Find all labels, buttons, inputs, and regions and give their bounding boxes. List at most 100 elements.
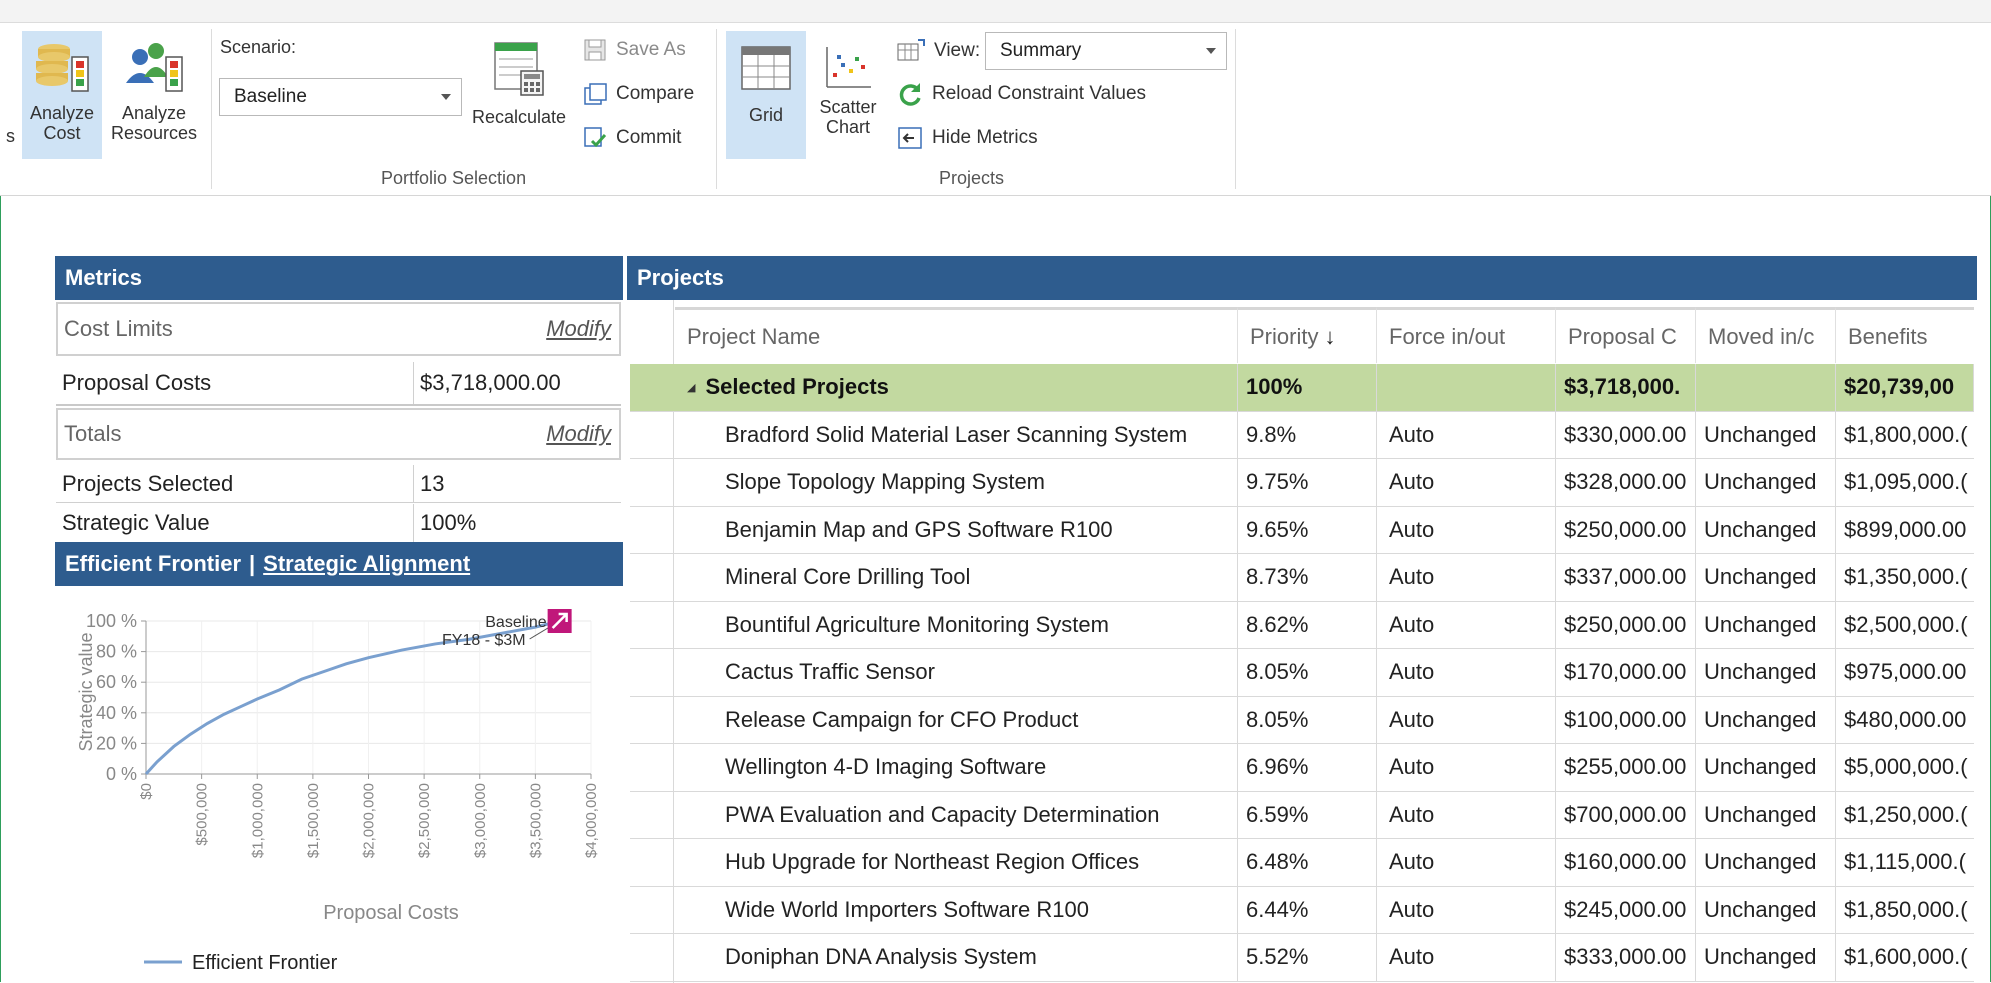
moved-cell: Unchanged <box>1696 411 1836 458</box>
project-name-cell[interactable]: Slope Topology Mapping System <box>675 459 1238 506</box>
compare-button[interactable]: Compare <box>582 81 694 107</box>
project-name-cell[interactable]: Doniphan DNA Analysis System <box>675 934 1238 981</box>
view-dropdown[interactable]: Summary <box>985 32 1227 70</box>
project-name-cell[interactable]: Wellington 4-D Imaging Software <box>675 744 1238 791</box>
table-row[interactable]: PWA Evaluation and Capacity Determinatio… <box>630 791 1974 839</box>
reload-constraint-values-button[interactable]: Reload Constraint Values <box>896 81 1146 107</box>
project-name-cell[interactable]: Wide World Importers Software R100 <box>675 886 1238 933</box>
hide-panel-icon <box>898 127 922 149</box>
analyze-cost-button[interactable]: Analyze Cost <box>22 31 102 159</box>
force-cell: Auto <box>1377 696 1556 743</box>
moved-cell: Unchanged <box>1696 791 1836 838</box>
benefits-cell: $1,350,000.( <box>1844 564 1968 590</box>
efficient-frontier-chart: Strategic value Proposal Costs 0 % 20 % 40… <box>76 609 600 974</box>
project-name-cell[interactable]: Bountiful Agriculture Monitoring System <box>675 601 1238 648</box>
scatter-chart-button[interactable]: Scatter Chart <box>812 31 884 159</box>
table-row[interactable]: Bradford Solid Material Laser Scanning S… <box>630 411 1974 459</box>
force-cell: Auto <box>1377 601 1556 648</box>
moved-cell: Unchanged <box>1696 839 1836 886</box>
project-name-cell[interactable]: Benjamin Map and GPS Software R100 <box>675 506 1238 553</box>
projects-header: Projects <box>627 256 1977 300</box>
x-tick-label: $2,500,000 <box>416 783 433 858</box>
proposal-cost-cell: $330,000.00 <box>1556 411 1696 458</box>
annotation-sublabel: FY18 - $3M <box>442 632 526 649</box>
strategic-value-row: Strategic Value 100% <box>56 504 621 542</box>
hide-metrics-button[interactable]: Hide Metrics <box>896 125 1038 151</box>
priority-cell: 6.96% <box>1238 744 1377 791</box>
project-name-cell[interactable]: Hub Upgrade for Northeast Region Offices <box>675 839 1238 886</box>
y-tick-label: 60 % <box>96 672 137 692</box>
analyze-resources-label-1: Analyze <box>121 103 187 123</box>
people-chart-icon <box>126 43 183 92</box>
y-tick-label: 100 % <box>86 611 137 631</box>
view-label: View: <box>896 38 980 64</box>
force-cell: Auto <box>1377 886 1556 933</box>
benefits-cell: $975,000.00 <box>1844 659 1967 685</box>
table-row[interactable]: Wide World Importers Software R100 6.44% A… <box>630 886 1974 934</box>
proposal-costs-value: $3,718,000.00 <box>413 362 561 404</box>
table-row[interactable]: Hub Upgrade for Northeast Region Offices… <box>630 839 1974 887</box>
commit-button[interactable]: Commit <box>582 125 681 151</box>
recalculate-button[interactable]: Recalculate <box>466 31 572 151</box>
proposal-cost-cell: $3,718,000. <box>1556 364 1696 411</box>
table-row[interactable]: Wellington 4-D Imaging Software 6.96% Auto… <box>630 744 1974 792</box>
grid-view-button[interactable]: Grid <box>726 31 806 159</box>
force-cell: Auto <box>1377 934 1556 981</box>
table-row[interactable]: Cactus Traffic Sensor 8.05% Auto $170,000.0… <box>630 649 1974 697</box>
moved-cell: Unchanged <box>1696 886 1836 933</box>
cost-limits-label: Cost Limits <box>64 316 173 341</box>
ribbon-separator <box>211 29 212 189</box>
analyze-resources-label-2: Resources <box>110 123 198 143</box>
strategic-value-value: 100% <box>413 504 476 542</box>
benefits-cell: $899,000.00 <box>1844 516 1967 542</box>
group-row-selected-projects[interactable]: ◢ Selected Projects 100% $3,718,000. $20,739… <box>630 364 1974 412</box>
column-header-project-name[interactable]: Project Name <box>675 307 1238 363</box>
scenario-dropdown[interactable]: Baseline <box>219 78 462 116</box>
title-strip <box>0 0 1991 23</box>
projects-selected-row: Projects Selected 13 <box>56 465 621 503</box>
project-name-cell[interactable]: Release Campaign for CFO Product <box>675 696 1238 743</box>
view-value: Summary <box>1000 40 1082 61</box>
analyze-resources-button[interactable]: Analyze Resources <box>106 31 202 159</box>
column-header-benefits[interactable]: Benefits <box>1836 307 1974 363</box>
cost-limits-modify-link[interactable]: Modify <box>546 316 611 342</box>
project-name-cell[interactable]: Mineral Core Drilling Tool <box>675 554 1238 601</box>
save-icon <box>584 39 606 61</box>
recalculate-label: Recalculate <box>471 107 567 127</box>
table-row[interactable]: Bountiful Agriculture Monitoring System 8… <box>630 601 1974 649</box>
save-as-label: Save As <box>616 39 686 60</box>
column-header-proposal-cost[interactable]: Proposal C <box>1556 307 1696 363</box>
coins-chart-icon <box>36 44 89 92</box>
x-tick-label: $3,000,000 <box>472 783 489 858</box>
table-row[interactable]: Slope Topology Mapping System 9.75% Auto $3… <box>630 459 1974 507</box>
force-cell: Auto <box>1377 839 1556 886</box>
proposal-cost-cell: $255,000.00 <box>1556 744 1696 791</box>
strategic-alignment-link[interactable]: Strategic Alignment <box>263 551 470 577</box>
project-name-cell[interactable]: Bradford Solid Material Laser Scanning S… <box>675 411 1238 458</box>
table-row[interactable]: Doniphan DNA Analysis System 5.52% Auto $33… <box>630 934 1974 982</box>
ribbon: s Analyze Cost Analyze Resources Scenari… <box>0 23 1991 196</box>
y-axis-label: Strategic value <box>76 632 96 751</box>
y-tick-label: 80 % <box>96 642 137 662</box>
column-header-priority[interactable]: Priority ↓ <box>1238 307 1377 363</box>
project-name-cell[interactable]: Cactus Traffic Sensor <box>675 649 1238 696</box>
force-cell: Auto <box>1377 791 1556 838</box>
grid-icon <box>741 46 791 90</box>
totals-modify-link[interactable]: Modify <box>546 421 611 447</box>
column-header-force-in-out[interactable]: Force in/out <box>1377 307 1556 363</box>
priority-cell: 9.65% <box>1238 506 1377 553</box>
save-as-button[interactable]: Save As <box>582 37 686 63</box>
proposal-cost-cell: $700,000.00 <box>1556 791 1696 838</box>
sort-descending-icon: ↓ <box>1324 323 1336 349</box>
table-row[interactable]: Mineral Core Drilling Tool 8.73% Auto $337,… <box>630 554 1974 602</box>
grid-label: Grid <box>748 105 783 125</box>
efficient-frontier-tab[interactable]: Efficient Frontier <box>65 551 241 577</box>
column-header-moved[interactable]: Moved in/c <box>1696 307 1836 363</box>
project-name-cell[interactable]: PWA Evaluation and Capacity Determinatio… <box>675 791 1238 838</box>
benefits-cell: $5,000,000.( <box>1844 754 1968 780</box>
compare-label: Compare <box>616 83 695 104</box>
metrics-header: Metrics <box>55 256 623 300</box>
table-row[interactable]: Benjamin Map and GPS Software R100 9.65% A… <box>630 506 1974 554</box>
collapse-triangle-icon[interactable]: ◢ <box>687 381 695 394</box>
table-row[interactable]: Release Campaign for CFO Product 8.05% Aut… <box>630 696 1974 744</box>
